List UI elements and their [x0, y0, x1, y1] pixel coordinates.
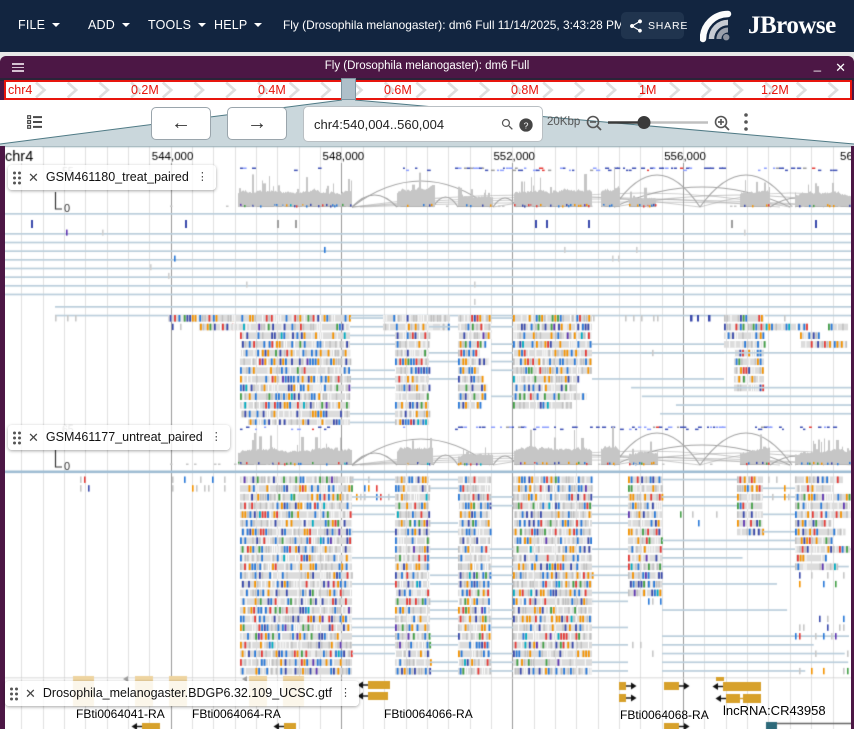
svg-text:?: ? [524, 120, 529, 130]
